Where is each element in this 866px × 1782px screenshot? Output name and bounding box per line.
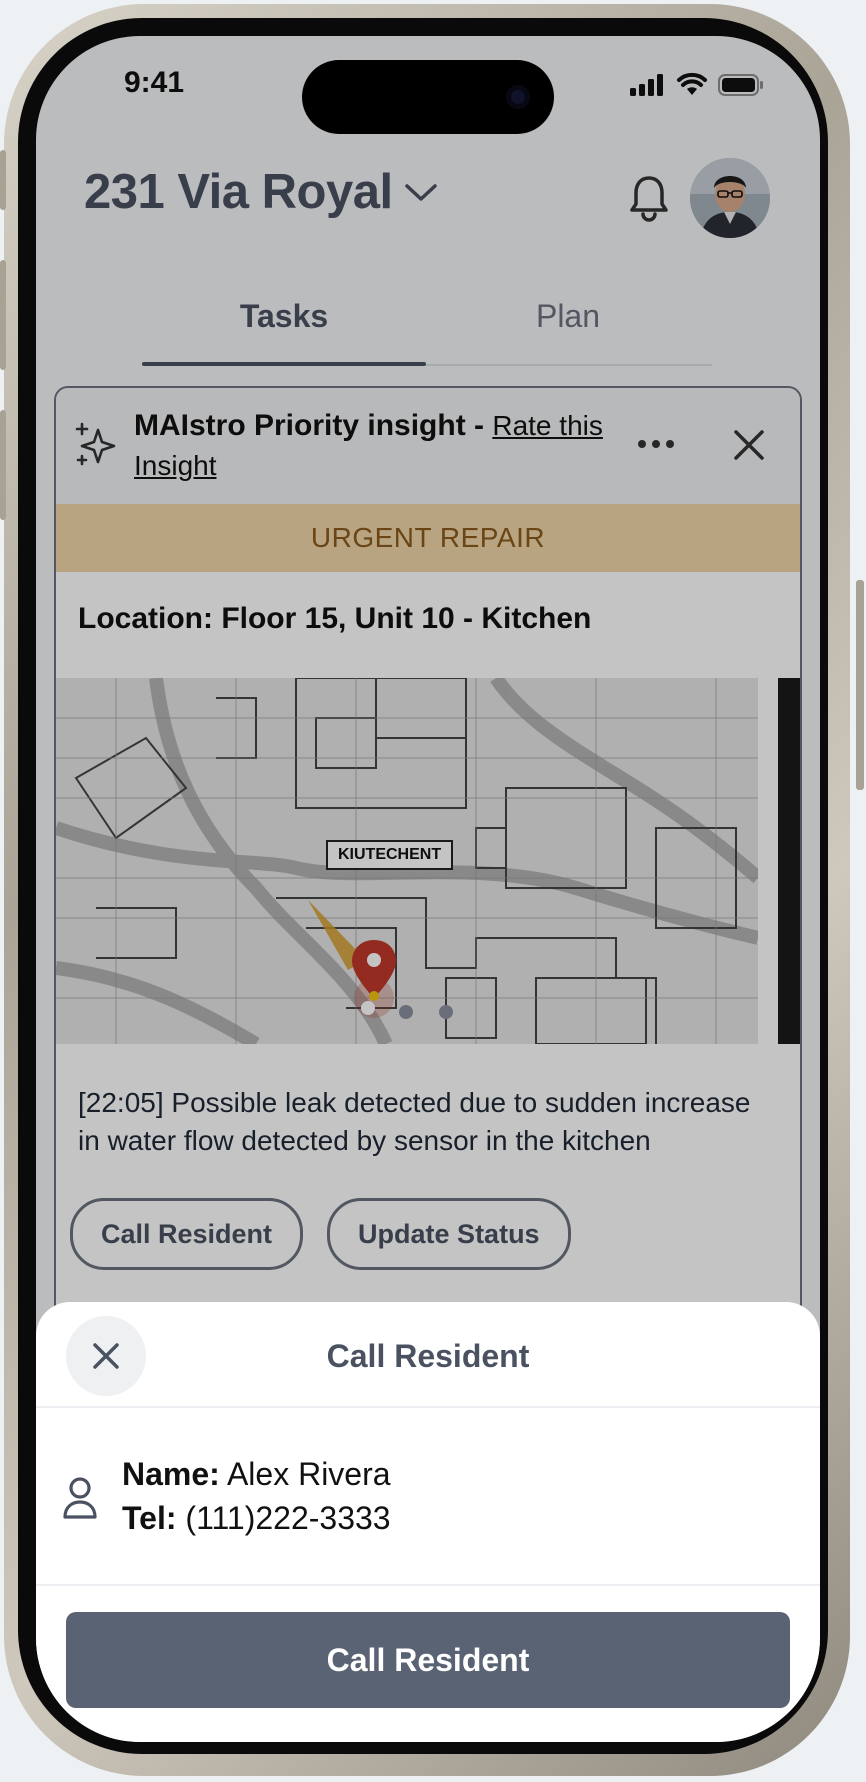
person-icon <box>63 1477 97 1519</box>
name-value: Alex Rivera <box>226 1456 391 1492</box>
side-button <box>0 150 6 210</box>
resident-tel: Tel: (111)222-3333 <box>122 1500 391 1537</box>
divider <box>36 1584 820 1586</box>
side-button <box>0 410 6 520</box>
name-label: Name: <box>122 1456 220 1492</box>
tel-label: Tel: <box>122 1500 177 1536</box>
call-resident-button[interactable]: Call Resident <box>66 1612 790 1708</box>
call-resident-sheet: Call Resident Name: Alex Rivera Tel: (11… <box>36 1302 820 1742</box>
side-button <box>0 260 6 370</box>
sheet-title: Call Resident <box>326 1338 530 1374</box>
side-button <box>856 580 864 790</box>
resident-name: Name: Alex Rivera <box>122 1456 391 1493</box>
screen: 9:41 231 Via Royal Tasks Plan MAIstro Pr… <box>36 36 820 1742</box>
tel-value: (111)222-3333 <box>185 1500 391 1536</box>
divider <box>36 1406 820 1408</box>
